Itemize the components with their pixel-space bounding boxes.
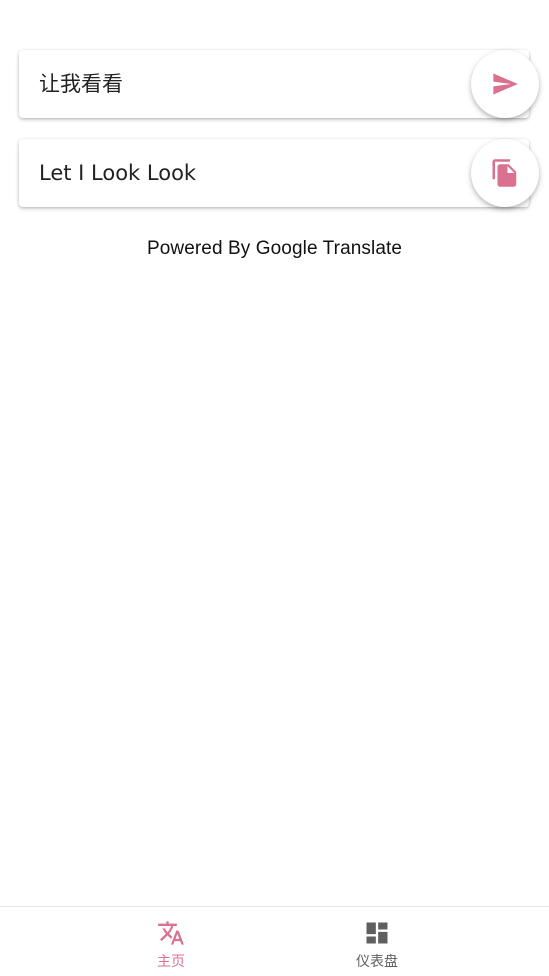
- bottom-navigation: 主页 仪表盘: [0, 906, 549, 976]
- dashboard-icon: [366, 922, 388, 944]
- source-text-card: [19, 50, 539, 118]
- powered-by-label: Powered By Google Translate: [146, 238, 403, 259]
- source-text-input[interactable]: [39, 50, 459, 118]
- translation-result-text: Let I Look Look: [39, 161, 197, 185]
- send-icon: [493, 73, 518, 95]
- nav-item-dashboard[interactable]: 仪表盘: [240, 907, 514, 976]
- nav-label-dashboard: 仪表盘: [356, 954, 398, 970]
- send-button[interactable]: [471, 50, 539, 118]
- translation-result-card: Let I Look Look: [19, 139, 539, 207]
- translate-icon: [158, 921, 184, 945]
- translate-screen: Let I Look Look Powered By Google Transl…: [0, 0, 549, 976]
- copy-icon: [492, 159, 517, 187]
- copy-button[interactable]: [471, 139, 539, 207]
